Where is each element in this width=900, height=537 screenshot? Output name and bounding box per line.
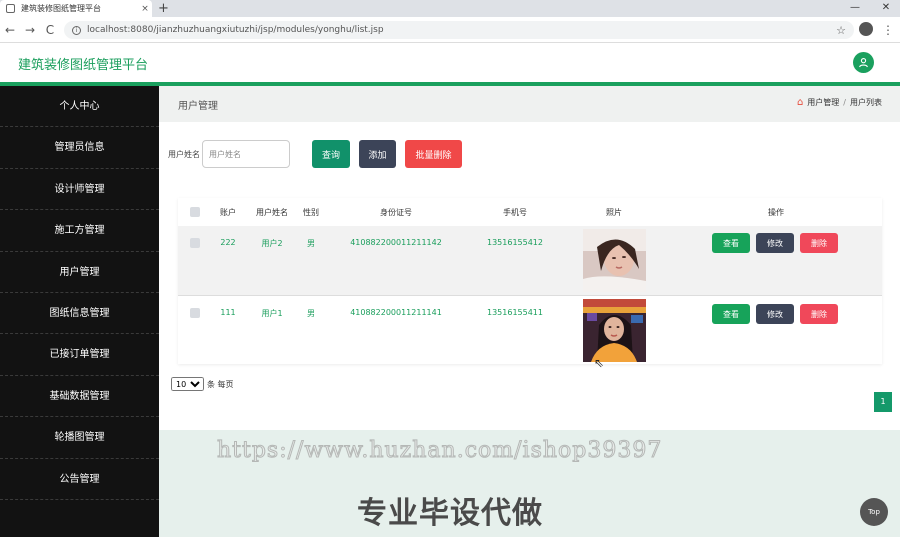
cell-id-card: 410882200011211142	[350, 238, 442, 247]
user-table: 账户 用户姓名 性别 身份证号 手机号 照片 操作 222 用户2 男 4108…	[178, 198, 882, 364]
watermark-url: https://www.huzhan.com/ishop39397	[216, 438, 663, 464]
reload-icon[interactable]: C	[42, 21, 58, 39]
main-content: 用户管理 ⌂ 用户管理 / 用户列表 用户姓名 查询 添加 批量删除 账户 用户…	[159, 86, 900, 537]
page-number-button[interactable]: 1	[874, 392, 892, 412]
cell-gender: 男	[307, 309, 315, 318]
row-checkbox[interactable]	[190, 308, 200, 318]
browser-tab[interactable]: 建筑装修图纸管理平台 ×	[0, 0, 152, 17]
browser-tab-bar: 建筑装修图纸管理平台 × + — ✕	[0, 0, 900, 17]
per-page-label: 条 每页	[207, 379, 234, 389]
header-ops: 操作	[768, 208, 784, 217]
home-icon[interactable]: ⌂	[797, 97, 803, 108]
search-name-input[interactable]	[202, 140, 290, 168]
search-row: 用户姓名 查询 添加 批量删除	[168, 140, 462, 168]
header-photo: 照片	[606, 208, 622, 217]
sidebar-item-basic-data[interactable]: 基础数据管理	[0, 376, 159, 418]
sidebar: 个人中心 管理员信息 设计师管理 施工方管理 用户管理 图纸信息管理 已接订单管…	[0, 86, 159, 537]
header-id-card: 身份证号	[380, 208, 412, 217]
browser-menu-icon[interactable]: ⋮	[882, 21, 894, 39]
query-button[interactable]: 查询	[312, 140, 350, 168]
page-title: 用户管理	[178, 101, 218, 112]
footer-area: https://www.huzhan.com/ishop39397 专业毕设代做	[159, 430, 900, 537]
header-gender: 性别	[303, 208, 319, 217]
delete-button[interactable]: 删除	[800, 233, 838, 253]
url-text: localhost:8080/jianzhuzhuangxiutuzhi/jsp…	[87, 25, 384, 35]
cell-phone: 13516155412	[487, 238, 543, 247]
user-avatar-icon[interactable]	[853, 52, 874, 73]
batch-delete-button[interactable]: 批量删除	[405, 140, 462, 168]
page-size-select[interactable]: 10	[171, 377, 204, 391]
row-checkbox[interactable]	[190, 238, 200, 248]
app-header: 建筑装修图纸管理平台	[0, 43, 900, 82]
tab-close-icon[interactable]: ×	[138, 4, 152, 14]
cell-name: 用户2	[261, 239, 283, 248]
cell-account: 222	[220, 238, 236, 247]
breadcrumb-level2: 用户列表	[850, 98, 882, 107]
sidebar-item-admin[interactable]: 管理员信息	[0, 127, 159, 169]
sidebar-item-notices[interactable]: 公告管理	[0, 459, 159, 500]
tab-title: 建筑装修图纸管理平台	[21, 4, 101, 13]
sidebar-item-contractor[interactable]: 施工方管理	[0, 210, 159, 252]
forward-icon[interactable]: →	[22, 21, 38, 39]
sidebar-item-drawings[interactable]: 图纸信息管理	[0, 293, 159, 335]
table-header: 账户 用户姓名 性别 身份证号 手机号 照片 操作	[178, 198, 882, 226]
user-photo	[583, 229, 646, 292]
view-button[interactable]: 查看	[712, 233, 750, 253]
header-phone: 手机号	[503, 208, 527, 217]
new-tab-icon[interactable]: +	[158, 0, 169, 17]
sidebar-item-profile[interactable]: 个人中心	[0, 86, 159, 128]
sidebar-item-carousel[interactable]: 轮播图管理	[0, 417, 159, 459]
header-account: 账户	[220, 208, 236, 217]
sidebar-item-designer[interactable]: 设计师管理	[0, 169, 159, 211]
breadcrumb-bar: 用户管理 ⌂ 用户管理 / 用户列表	[159, 86, 900, 122]
page-size-control: 10 条 每页	[171, 377, 234, 391]
url-field[interactable]: i localhost:8080/jianzhuzhuangxiutuzhi/j…	[64, 21, 854, 39]
restore-icon[interactable]	[843, 0, 871, 17]
bookmark-star-icon[interactable]: ☆	[836, 24, 846, 37]
shield-favicon-icon	[6, 4, 15, 13]
back-to-top-button[interactable]: Top	[860, 498, 888, 526]
user-photo	[583, 299, 646, 362]
search-label: 用户姓名	[168, 149, 200, 159]
breadcrumb-separator: /	[843, 98, 846, 107]
watermark-text: 专业毕设代做	[357, 496, 543, 531]
cell-gender: 男	[307, 239, 315, 248]
cell-account: 111	[220, 308, 236, 317]
mouse-cursor-icon: ⇖	[594, 356, 605, 370]
sidebar-item-orders[interactable]: 已接订单管理	[0, 334, 159, 376]
app-title: 建筑装修图纸管理平台	[18, 58, 149, 73]
browser-address-bar: ← → C i localhost:8080/jianzhuzhuangxiut…	[0, 17, 900, 43]
table-row: 111 用户1 男 410882200011211141 13516155411…	[178, 296, 882, 364]
select-all-checkbox[interactable]	[190, 207, 200, 217]
cell-id-card: 410882200011211141	[350, 308, 442, 317]
info-icon[interactable]: i	[72, 25, 81, 35]
edit-button[interactable]: 修改	[756, 304, 794, 324]
view-button[interactable]: 查看	[712, 304, 750, 324]
header-name: 用户姓名	[256, 208, 288, 217]
sidebar-item-users[interactable]: 用户管理	[0, 252, 159, 293]
delete-button[interactable]: 删除	[800, 304, 838, 324]
back-icon[interactable]: ←	[2, 21, 18, 39]
breadcrumb: ⌂ 用户管理 / 用户列表	[797, 97, 882, 108]
cell-phone: 13516155411	[487, 308, 543, 317]
breadcrumb-level1[interactable]: 用户管理	[807, 97, 839, 108]
profile-icon[interactable]	[859, 22, 873, 36]
edit-button[interactable]: 修改	[756, 233, 794, 253]
close-window-icon[interactable]: ✕	[872, 0, 900, 17]
add-button[interactable]: 添加	[359, 140, 396, 168]
cell-name: 用户1	[261, 309, 283, 318]
table-row: 222 用户2 男 410882200011211142 13516155412…	[178, 226, 882, 296]
